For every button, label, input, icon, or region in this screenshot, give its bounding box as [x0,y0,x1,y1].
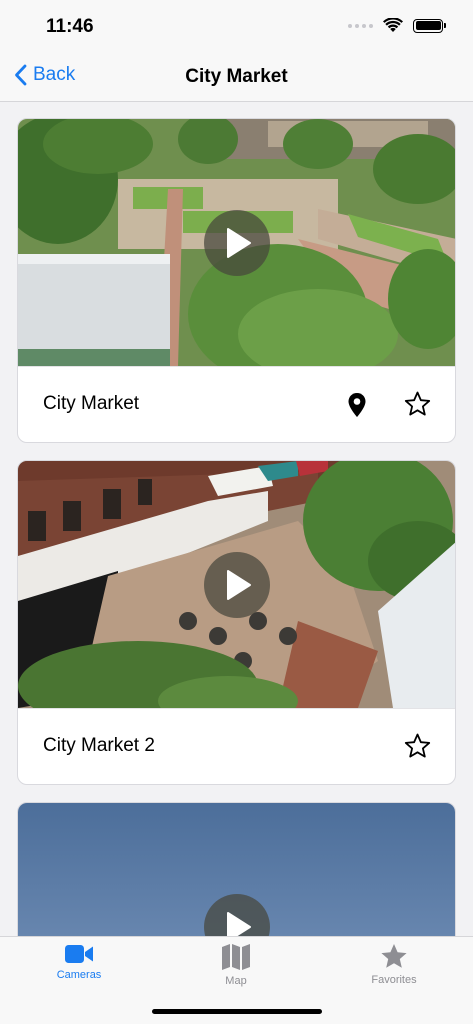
play-button[interactable] [203,551,270,618]
video-camera-icon [65,945,93,963]
camera-card-footer: City Market 2 [18,708,455,784]
status-time: 11:46 [46,16,94,37]
status-bar: 11:46 [0,0,473,52]
camera-thumbnail[interactable] [18,119,455,366]
battery-icon [413,18,446,33]
tab-label: Cameras [56,969,102,981]
camera-card[interactable]: City Market 2 [17,460,456,785]
navigation-bar: Back City Market [0,52,473,102]
location-pin-icon[interactable] [347,392,367,418]
camera-card[interactable] [17,802,456,936]
wifi-icon [383,18,403,32]
tab-label: Map [225,975,247,987]
map-icon [222,944,250,970]
camera-thumbnail[interactable] [18,803,455,936]
camera-name: City Market [43,393,140,414]
tab-label: Favorites [371,974,417,986]
tab-cameras[interactable]: Cameras [19,943,139,981]
camera-name: City Market 2 [43,735,155,756]
camera-list[interactable]: City Market City Market 2 [0,102,473,936]
status-icons [348,18,446,33]
star-icon [381,944,407,968]
home-indicator[interactable] [152,1009,322,1014]
play-icon [226,227,251,258]
camera-card-footer: City Market [18,366,455,442]
play-icon [226,569,251,600]
tab-map[interactable]: Map [176,943,296,987]
page-title: City Market [185,66,288,87]
favorite-star-icon[interactable] [404,391,431,417]
play-button[interactable] [203,209,270,276]
cellular-signal-icon [348,23,373,28]
camera-thumbnail[interactable] [18,461,455,708]
play-icon [226,911,251,936]
favorite-star-icon[interactable] [404,733,431,759]
camera-card[interactable]: City Market [17,118,456,443]
tab-favorites[interactable]: Favorites [334,943,454,986]
